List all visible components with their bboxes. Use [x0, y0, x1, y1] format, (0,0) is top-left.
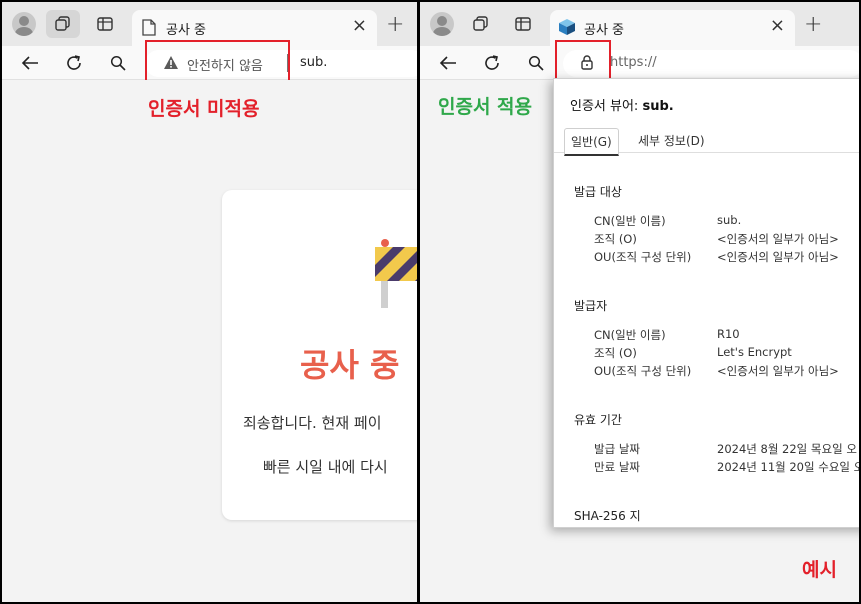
tab-general[interactable]: 일반(G) — [564, 128, 619, 156]
left-browser: 공사 중 × + 안전하지 않음 sub. 인증서 미적용 공사 중 죄송합니다… — [2, 2, 417, 602]
workspaces-icon[interactable] — [464, 10, 498, 38]
field-label: 발급 날짜 — [594, 442, 640, 456]
field-label: 만료 날짜 — [594, 460, 640, 474]
back-icon[interactable] — [438, 53, 458, 73]
refresh-icon[interactable] — [64, 53, 84, 73]
field-value: <인증서의 일부가 아님> — [717, 250, 839, 264]
vertical-tabs-icon[interactable] — [506, 10, 540, 38]
vertical-tabs-icon[interactable] — [88, 10, 122, 38]
field-label: 조직 (O) — [594, 232, 637, 246]
profile-avatar-icon[interactable] — [430, 12, 454, 36]
page-content: 인증서 적용 인증서 뷰어: sub. 일반(G) 세부 정보(D) 발급 대상… — [420, 78, 859, 602]
page-content: 인증서 미적용 공사 중 죄송합니다. 현재 페이 빠른 시일 내에 다시 — [2, 80, 417, 602]
close-tab-icon[interactable]: × — [770, 16, 785, 36]
back-icon[interactable] — [20, 53, 40, 73]
construction-card: 공사 중 죄송합니다. 현재 페이 빠른 시일 내에 다시 — [222, 190, 417, 520]
nav-toolbar: https:// — [420, 40, 859, 80]
not-secure-label[interactable]: 안전하지 않음 — [187, 55, 263, 74]
tab-title: 공사 중 — [584, 23, 625, 38]
dialog-title-domain: sub. — [642, 99, 674, 114]
caption-with-cert: 인증서 적용 — [438, 96, 533, 118]
refresh-icon[interactable] — [482, 53, 502, 73]
search-icon[interactable] — [526, 53, 546, 73]
address-divider — [287, 54, 288, 72]
field-label: CN(일반 이름) — [594, 214, 666, 228]
profile-avatar-icon[interactable] — [12, 12, 36, 36]
field-value: Let's Encrypt — [717, 345, 792, 359]
field-value: R10 — [717, 327, 740, 341]
right-browser: 공사 중 × + https:// 인증서 적용 인증서 뷰어: sub. 일반… — [420, 2, 859, 602]
lock-icon[interactable] — [580, 54, 594, 74]
new-tab-icon[interactable]: + — [386, 14, 404, 36]
close-tab-icon[interactable]: × — [352, 16, 367, 36]
field-value: <인증서의 일부가 아님> — [717, 364, 839, 378]
address-url[interactable]: sub. — [300, 55, 327, 70]
validity-heading: 유효 기간 — [574, 413, 622, 427]
card-message-line1: 죄송합니다. 현재 페이 — [243, 414, 382, 432]
issued-to-heading: 발급 대상 — [574, 185, 622, 199]
warning-icon[interactable] — [163, 55, 179, 74]
field-value: <인증서의 일부가 아님> — [717, 232, 839, 246]
dialog-title-prefix: 인증서 뷰어: — [570, 99, 643, 114]
field-label: OU(조직 구성 단위) — [594, 364, 692, 378]
field-label: 조직 (O) — [594, 346, 637, 360]
card-title: 공사 중 — [300, 346, 400, 384]
address-url[interactable]: https:// — [610, 55, 657, 70]
example-label: 예시 — [802, 559, 837, 581]
page-icon — [142, 19, 156, 40]
sha256-heading: SHA-256 지 — [574, 509, 641, 523]
tab-details[interactable]: 세부 정보(D) — [632, 128, 711, 153]
field-value: sub. — [717, 213, 742, 227]
card-message-line2: 빠른 시일 내에 다시 — [263, 458, 388, 476]
dialog-tabs: 일반(G) 세부 정보(D) — [554, 123, 859, 156]
new-tab-icon[interactable]: + — [804, 14, 822, 36]
workspaces-icon[interactable] — [46, 10, 80, 38]
dialog-title: 인증서 뷰어: sub. — [570, 95, 674, 114]
tab-title: 공사 중 — [166, 23, 207, 38]
field-value: 2024년 11월 20일 수요일 오 — [717, 460, 859, 474]
issuer-heading: 발급자 — [574, 299, 608, 313]
tab-bar: 공사 중 × + — [420, 2, 859, 46]
nav-toolbar: 안전하지 않음 sub. — [2, 40, 417, 83]
field-label: OU(조직 구성 단위) — [594, 250, 692, 264]
barrier-icon — [372, 238, 417, 314]
caption-no-cert: 인증서 미적용 — [148, 98, 260, 120]
field-value: 2024년 8월 22일 목요일 오 — [717, 442, 857, 456]
field-label: CN(일반 이름) — [594, 328, 666, 342]
search-icon[interactable] — [108, 53, 128, 73]
site-cube-icon — [558, 18, 576, 40]
certificate-viewer-dialog: 인증서 뷰어: sub. 일반(G) 세부 정보(D) 발급 대상 CN(일반 … — [553, 78, 859, 528]
